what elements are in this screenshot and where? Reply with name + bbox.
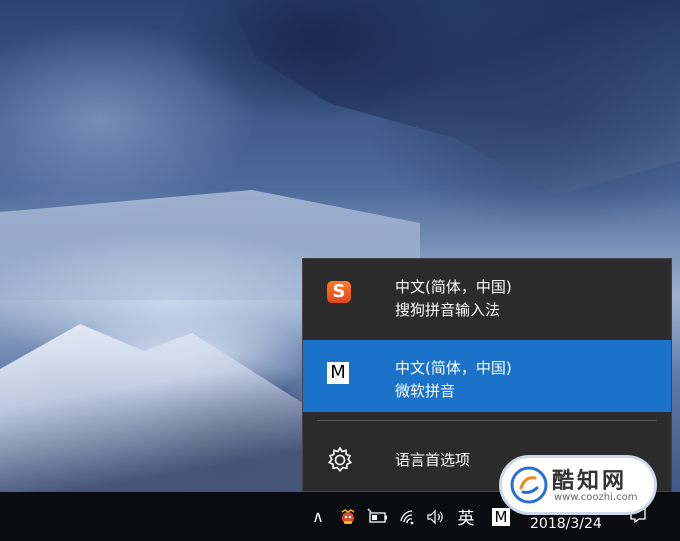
language-indicator[interactable]: 英 [453,492,479,541]
ime-name-label: 搜狗拼音输入法 [395,301,501,319]
watermark-url: www.coozhi.com [554,492,638,503]
wifi-icon[interactable] [397,492,419,541]
sogou-icon: S [327,281,353,307]
volume-icon[interactable] [424,492,446,541]
ime-language-label: 中文(简体，中国) [395,278,512,296]
ime-language-label: 中文(简体，中国) [395,359,512,377]
flyout-divider [317,420,657,421]
coozhi-logo-icon [510,466,548,504]
microsoft-pinyin-icon: M [327,362,353,388]
watermark-badge: 酷知网 www.coozhi.com [502,458,654,512]
watermark-name: 酷知网 [552,469,628,494]
battery-icon[interactable] [365,492,389,541]
show-hidden-icons-chevron[interactable]: ∧ [306,492,330,541]
ime-option-microsoft-pinyin[interactable]: M 中文(简体，中国) 微软拼音 [303,340,671,412]
ime-name-label: 微软拼音 [395,382,456,400]
app-tray-icon[interactable] [336,492,360,541]
ime-option-sogou[interactable]: S 中文(简体，中国) 搜狗拼音输入法 [303,259,671,331]
input-method-flyout: S 中文(简体，中国) 搜狗拼音输入法 M 中文(简体，中国) 微软拼音 语言首… [302,258,672,492]
gear-icon [325,445,355,475]
language-preferences-label: 语言首选项 [395,451,471,469]
clock-date[interactable]: 2018/3/24 [530,516,602,532]
